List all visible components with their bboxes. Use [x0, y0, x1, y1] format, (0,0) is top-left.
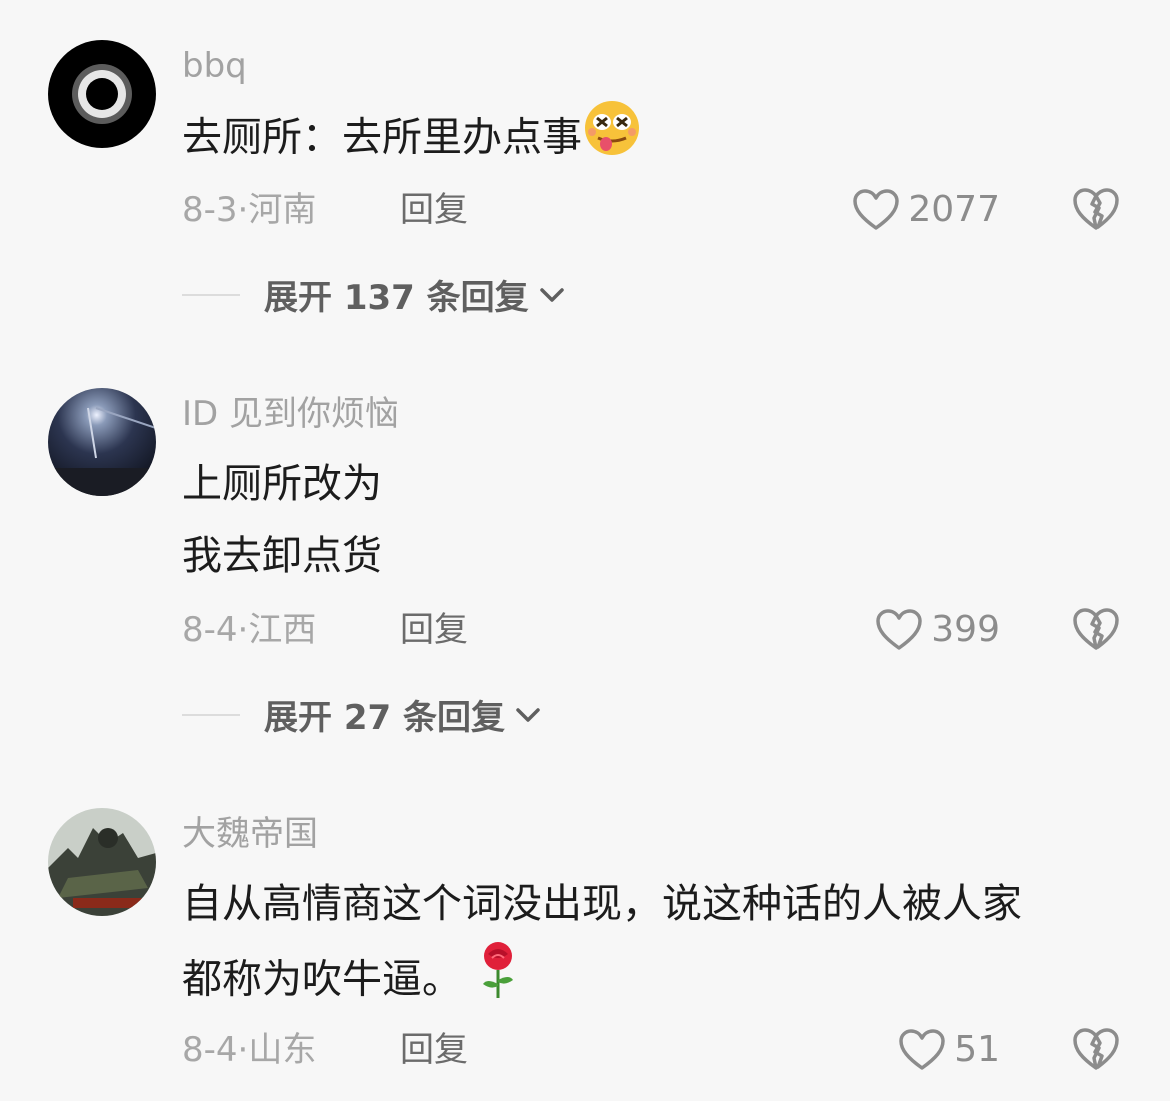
divider-line	[182, 713, 240, 716]
expand-replies-button[interactable]: 展开 137 条回复	[182, 270, 565, 319]
like-button[interactable]: 2077	[852, 188, 1000, 232]
comment-location: 江西	[248, 610, 317, 650]
comment-location: 河南	[248, 190, 317, 230]
comment-text-line: 我去卸点货	[182, 533, 382, 579]
comment-text: 自从高情商这个词没出现，说这种话的人被人家 都称为吹牛逼。	[182, 868, 1022, 1023]
like-count: 399	[931, 609, 1000, 650]
like-button[interactable]: 399	[875, 608, 1000, 652]
username[interactable]: 大魏帝国	[182, 814, 318, 854]
comment-text-line: 都称为吹牛逼。	[182, 940, 1022, 1023]
like-count: 2077	[908, 189, 1000, 230]
avatar[interactable]	[48, 40, 156, 148]
username[interactable]: bbq	[182, 46, 247, 86]
meta-separator: ·	[237, 610, 249, 650]
username[interactable]: ID 见到你烦恼	[182, 394, 399, 434]
comment-date: 8-4	[182, 610, 238, 650]
comment-location: 山东	[248, 1030, 317, 1070]
heart-outline-icon	[853, 189, 900, 230]
comment-text-line-2: 都称为吹牛逼。	[182, 956, 462, 1003]
comment-text: 去厕所：去所里办点事	[182, 100, 642, 179]
like-count: 51	[954, 1029, 1000, 1070]
broken-heart-icon	[1073, 608, 1119, 650]
dislike-button[interactable]	[1072, 186, 1120, 234]
reply-button[interactable]: 回复	[400, 190, 468, 230]
broken-heart-icon	[1073, 1028, 1119, 1070]
meta-separator: ·	[237, 1030, 249, 1070]
drunk-tongue-emoji-icon	[582, 100, 642, 179]
chevron-down-icon	[516, 707, 540, 722]
expand-replies-button[interactable]: 展开 27 条回复	[182, 690, 541, 739]
expand-replies-label: 展开 137 条回复	[264, 278, 529, 318]
rose-emoji-icon	[475, 940, 521, 1023]
comment-text-line: 去厕所：去所里办点事	[182, 114, 582, 161]
comment-meta: 8-4·江西	[182, 610, 316, 650]
comment-text: 上厕所改为 我去卸点货	[182, 448, 382, 592]
comment-text-line: 上厕所改为	[182, 461, 382, 507]
heart-outline-icon	[876, 609, 923, 650]
reply-button[interactable]: 回复	[400, 610, 468, 650]
dislike-button[interactable]	[1072, 606, 1120, 654]
expand-replies-label: 展开 27 条回复	[264, 698, 505, 738]
divider-line	[182, 293, 240, 296]
avatar[interactable]	[48, 808, 156, 916]
comment-text-line: 自从高情商这个词没出现，说这种话的人被人家	[182, 881, 1022, 927]
comment-meta: 8-4·山东	[182, 1030, 316, 1070]
avatar[interactable]	[48, 388, 156, 496]
dislike-button[interactable]	[1072, 1026, 1120, 1074]
reply-button[interactable]: 回复	[400, 1030, 468, 1070]
heart-outline-icon	[899, 1029, 945, 1070]
meta-separator: ·	[237, 190, 249, 230]
comment-date: 8-4	[182, 1030, 238, 1070]
comment-date: 8-3	[182, 190, 238, 230]
broken-heart-icon	[1073, 188, 1119, 230]
comment-meta: 8-3·河南	[182, 190, 316, 230]
chevron-down-icon	[539, 287, 564, 302]
like-button[interactable]: 51	[898, 1028, 1000, 1072]
